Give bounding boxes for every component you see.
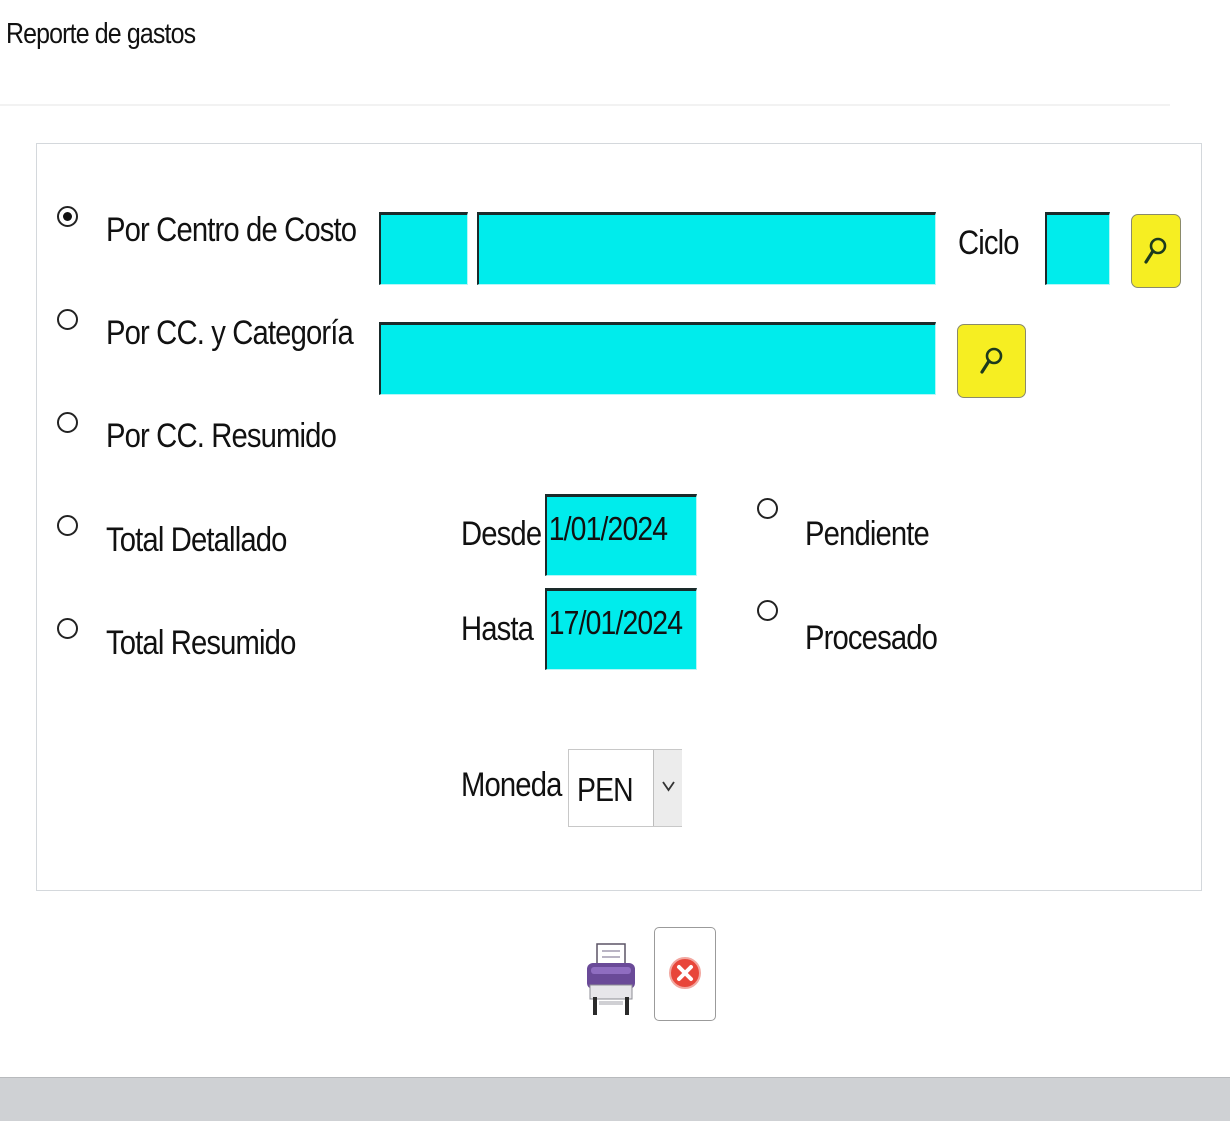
close-button[interactable] — [654, 927, 716, 1021]
radio-total-resumido[interactable] — [57, 618, 78, 639]
desde-label: Desde — [461, 515, 542, 553]
cost-center-name-input[interactable] — [477, 212, 936, 285]
ciclo-input[interactable] — [1045, 212, 1110, 285]
radio-label-procesado: Procesado — [805, 619, 938, 657]
radio-label-total-resumido: Total Resumido — [106, 624, 296, 662]
printer-icon — [587, 943, 635, 1015]
desde-date-value: 1/01/2024 — [548, 510, 668, 547]
radio-label-pendiente: Pendiente — [805, 515, 930, 553]
hasta-date-value: 17/01/2024 — [548, 604, 683, 641]
ciclo-label: Ciclo — [958, 224, 1020, 262]
title-divider — [0, 104, 1170, 106]
magnifier-icon — [1144, 237, 1167, 264]
cost-center-code-input[interactable] — [379, 212, 468, 285]
desde-date-input[interactable]: 1/01/2024 — [545, 494, 697, 576]
radio-label-por-cc-resumido: Por CC. Resumido — [106, 417, 337, 455]
category-search-button[interactable] — [957, 324, 1026, 398]
radio-procesado[interactable] — [757, 600, 778, 621]
print-button[interactable] — [585, 941, 637, 1019]
currency-select[interactable]: PEN — [568, 749, 682, 827]
radio-label-por-centro-de-costo: Por Centro de Costo — [106, 211, 357, 249]
magnifier-icon — [979, 347, 1002, 374]
radio-por-cc-categoria[interactable] — [57, 309, 78, 330]
moneda-label: Moneda — [461, 766, 562, 804]
hasta-label: Hasta — [461, 610, 534, 648]
radio-total-detallado[interactable] — [57, 515, 78, 536]
status-bar — [0, 1077, 1230, 1121]
currency-selected-value: PEN — [577, 771, 634, 808]
currency-dropdown-arrow[interactable] — [653, 750, 682, 826]
close-icon — [669, 957, 701, 989]
category-input[interactable] — [379, 322, 936, 395]
hasta-date-input[interactable]: 17/01/2024 — [545, 588, 697, 670]
cost-center-search-button[interactable] — [1131, 214, 1181, 288]
radio-label-por-cc-categoria: Por CC. y Categoría — [106, 314, 354, 352]
radio-pendiente[interactable] — [757, 498, 778, 519]
radio-label-total-detallado: Total Detallado — [106, 521, 287, 559]
window-title: Reporte de gastos — [6, 18, 196, 50]
radio-por-cc-resumido[interactable] — [57, 412, 78, 433]
chevron-down-icon — [662, 781, 675, 792]
radio-por-centro-de-costo[interactable] — [57, 206, 78, 227]
